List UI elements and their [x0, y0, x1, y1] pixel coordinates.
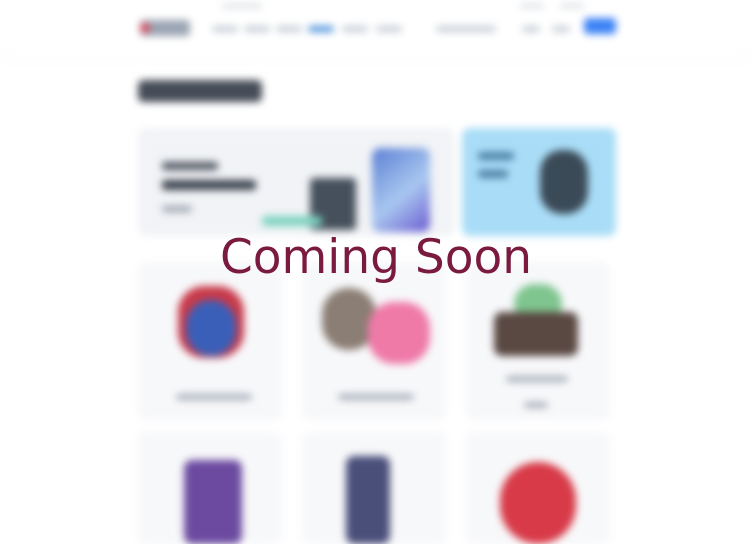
- category-image: [346, 456, 390, 544]
- category-label: [176, 394, 252, 400]
- promo-banner-side[interactable]: [462, 128, 616, 236]
- cart-link[interactable]: [552, 26, 570, 32]
- category-image: [500, 462, 576, 544]
- top-bar-text: [560, 4, 584, 8]
- site-header: [0, 0, 752, 58]
- category-label: [524, 402, 548, 408]
- banner-product-image: [372, 148, 430, 232]
- search-field[interactable]: [436, 26, 496, 32]
- headphone-image: [540, 150, 588, 214]
- top-bar-text: [520, 4, 544, 8]
- category-label: [338, 394, 414, 400]
- category-image: [184, 460, 242, 544]
- top-bar-text: [222, 4, 262, 8]
- nav-item[interactable]: [212, 26, 238, 32]
- banner-text: [162, 162, 218, 170]
- nav-item[interactable]: [342, 26, 368, 32]
- banner-text: [478, 170, 508, 178]
- banner-text: [162, 180, 256, 190]
- category-image: [368, 302, 430, 364]
- banner-text: [478, 152, 514, 160]
- account-link[interactable]: [522, 26, 540, 32]
- logo-icon: [140, 23, 150, 33]
- nav-item[interactable]: [244, 26, 270, 32]
- category-image: [186, 300, 236, 356]
- coming-soon-title: Coming Soon: [219, 230, 533, 285]
- nav-item[interactable]: [376, 26, 402, 32]
- banner-product-image: [262, 216, 322, 226]
- header-action-button[interactable]: [584, 18, 616, 34]
- category-label: [506, 376, 568, 382]
- nav-item[interactable]: [276, 26, 302, 32]
- nav-item-active[interactable]: [308, 26, 334, 32]
- page-heading: [138, 80, 262, 102]
- category-image: [494, 312, 578, 356]
- banner-link[interactable]: [162, 206, 192, 212]
